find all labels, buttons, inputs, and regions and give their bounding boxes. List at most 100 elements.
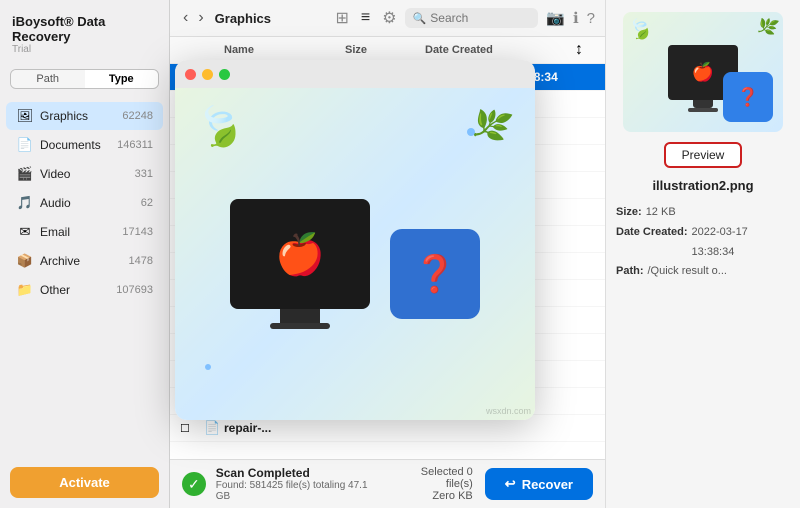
file-info-details: Size: 12 KB Date Created: 2022-03-17 13:…	[616, 203, 790, 282]
sidebar-footer: Activate	[0, 457, 169, 508]
search-box: 🔍	[405, 8, 539, 28]
other-label: Other	[40, 283, 116, 297]
graphics-label: Graphics	[40, 109, 122, 123]
overlay-monitor: 🍎	[230, 199, 370, 309]
recover-icon: ↩	[505, 476, 516, 492]
archive-count: 1478	[129, 255, 153, 267]
overlay-title-bar	[175, 60, 535, 88]
sidebar-item-graphics[interactable]: 🖼 Graphics 62248	[6, 102, 163, 130]
overlay-apple-icon: 🍎	[275, 231, 325, 278]
back-button[interactable]: ‹	[180, 9, 191, 27]
apple-icon: 🍎	[692, 62, 714, 83]
header-size: Size	[345, 44, 425, 56]
header-name: Name	[224, 44, 345, 56]
search-input[interactable]	[430, 11, 530, 25]
graphics-count: 62248	[122, 110, 153, 122]
status-right: Selected 0 file(s) Zero KB ↩ Recover	[393, 466, 593, 502]
nav-arrows: ‹ ›	[180, 9, 207, 27]
selected-size: Zero KB	[393, 490, 473, 502]
path-label: Path:	[616, 262, 644, 282]
scan-subtitle: Found: 581425 file(s) totaling 47.1 GB	[216, 480, 383, 502]
monitor-stand	[693, 100, 713, 108]
file-type-icon: 📄	[204, 420, 224, 436]
documents-count: 146311	[117, 139, 153, 151]
sidebar-nav: 🖼 Graphics 62248 📄 Documents 146311 🎬 Vi…	[0, 97, 169, 457]
breadcrumb: Graphics	[215, 11, 324, 26]
minimize-dot[interactable]	[202, 69, 213, 80]
sidebar-item-documents[interactable]: 📄 Documents 146311	[6, 131, 163, 159]
overlay-base	[270, 323, 330, 329]
preview-button[interactable]: Preview	[664, 142, 743, 168]
file-date-row: Date Created: 2022-03-17 13:38:34	[616, 223, 790, 263]
date-value: 2022-03-17 13:38:34	[692, 223, 790, 263]
archive-icon: 📦	[16, 252, 34, 270]
sidebar-item-audio[interactable]: 🎵 Audio 62	[6, 189, 163, 217]
app-title: iBoysoft® Data Recovery	[12, 14, 157, 44]
leaf-left-icon: 🍃	[624, 13, 656, 45]
camera-button[interactable]: 📷	[546, 9, 565, 27]
overlay-dot1	[467, 128, 475, 136]
sidebar-item-video[interactable]: 🎬 Video 331	[6, 160, 163, 188]
view-toggle: ⊞ ≡	[331, 6, 374, 30]
file-name: repair-...	[224, 421, 365, 435]
documents-label: Documents	[40, 138, 117, 152]
sidebar-tabs: Path Type	[10, 69, 159, 89]
grid-view-button[interactable]: ⊞	[331, 6, 352, 30]
list-view-button[interactable]: ≡	[357, 6, 374, 30]
right-panel-filename: illustration2.png	[652, 178, 753, 193]
overlay-content: 🍃 🌿 🍎 ❓	[175, 88, 535, 420]
audio-icon: 🎵	[16, 194, 34, 212]
email-label: Email	[40, 225, 122, 239]
toolbar: ‹ › Graphics ⊞ ≡ ⚙ 🔍 📷 ℹ ?	[170, 0, 605, 37]
sidebar-item-email[interactable]: ✉ Email 17143	[6, 218, 163, 246]
tab-path[interactable]: Path	[11, 70, 85, 88]
overlay-dot2	[205, 364, 211, 370]
overlay-leaf-left-icon: 🍃	[188, 96, 251, 157]
documents-icon: 📄	[16, 136, 34, 154]
status-bar: ✓ Scan Completed Found: 581425 file(s) t…	[170, 459, 605, 508]
overlay-ssd: ❓	[390, 229, 480, 319]
video-label: Video	[40, 167, 135, 181]
search-icon: 🔍	[413, 12, 427, 25]
preview-thumbnail: 🍃 🌿 🍎 ❓	[623, 12, 783, 132]
header-date: Date Created	[425, 44, 575, 56]
file-size-row: Size: 12 KB	[616, 203, 790, 223]
audio-label: Audio	[40, 196, 141, 210]
sidebar-header: iBoysoft® Data Recovery Trial	[0, 0, 169, 61]
recover-label: Recover	[522, 477, 573, 492]
overlay-stand	[280, 309, 320, 323]
video-count: 331	[135, 168, 153, 180]
filter-button[interactable]: ⚙	[382, 8, 396, 28]
selected-info: Selected 0 file(s) Zero KB	[393, 466, 473, 502]
file-path-row: Path: /Quick result o...	[616, 262, 790, 282]
sidebar-item-other[interactable]: 📁 Other 107693	[6, 276, 163, 304]
scan-text: Scan Completed Found: 581425 file(s) tot…	[216, 466, 383, 502]
leaf-right-icon: 🌿	[755, 14, 781, 40]
recover-button[interactable]: ↩ Recover	[485, 468, 593, 500]
overlay-leaf-right-icon: 🌿	[468, 103, 515, 149]
scan-title: Scan Completed	[216, 466, 383, 480]
audio-count: 62	[141, 197, 153, 209]
row-checkbox[interactable]: ☐	[180, 422, 204, 435]
email-count: 17143	[122, 226, 153, 238]
activate-button[interactable]: Activate	[10, 467, 159, 498]
help-button[interactable]: ?	[587, 9, 595, 27]
selected-count: Selected 0 file(s)	[393, 466, 473, 490]
monitor-base	[688, 108, 718, 112]
close-dot[interactable]	[185, 69, 196, 80]
watermark: wsxdn.com	[486, 406, 531, 416]
path-value: /Quick result o...	[648, 262, 727, 282]
sidebar-item-archive[interactable]: 📦 Archive 1478	[6, 247, 163, 275]
date-label: Date Created:	[616, 223, 688, 263]
preview-overlay: 🍃 🌿 🍎 ❓ wsxdn.com	[175, 60, 535, 420]
app-subtitle: Trial	[12, 44, 157, 55]
right-panel: 🍃 🌿 🍎 ❓ Preview illustration2.png Size: …	[605, 0, 800, 508]
maximize-dot[interactable]	[219, 69, 230, 80]
other-icon: 📁	[16, 281, 34, 299]
scan-complete-icon: ✓	[182, 472, 206, 496]
tab-type[interactable]: Type	[85, 70, 159, 88]
archive-label: Archive	[40, 254, 129, 268]
info-button[interactable]: ℹ	[573, 9, 579, 27]
forward-button[interactable]: ›	[195, 9, 206, 27]
sidebar: iBoysoft® Data Recovery Trial Path Type …	[0, 0, 170, 508]
